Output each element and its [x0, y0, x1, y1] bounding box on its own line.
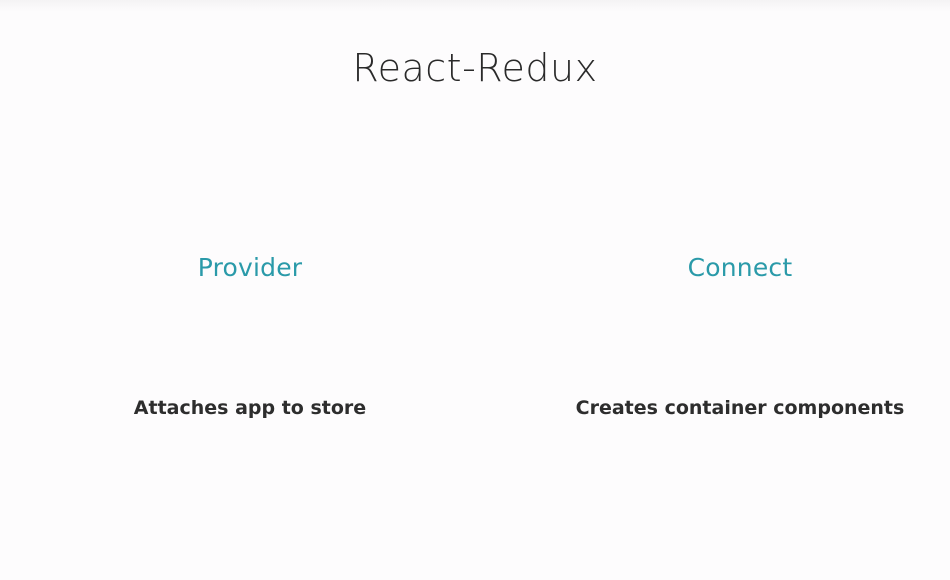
- connect-heading: Connect: [687, 253, 793, 282]
- column-connect: Connect Creates container components: [550, 250, 930, 422]
- slide-title: React-Redux: [352, 46, 598, 90]
- provider-description: Attaches app to store: [133, 397, 367, 419]
- slide: React-Redux Provider Attaches app to sto…: [0, 0, 950, 580]
- provider-heading: Provider: [197, 253, 303, 282]
- connect-description: Creates container components: [575, 397, 905, 419]
- top-shadow: [0, 0, 950, 12]
- column-provider: Provider Attaches app to store: [75, 250, 425, 422]
